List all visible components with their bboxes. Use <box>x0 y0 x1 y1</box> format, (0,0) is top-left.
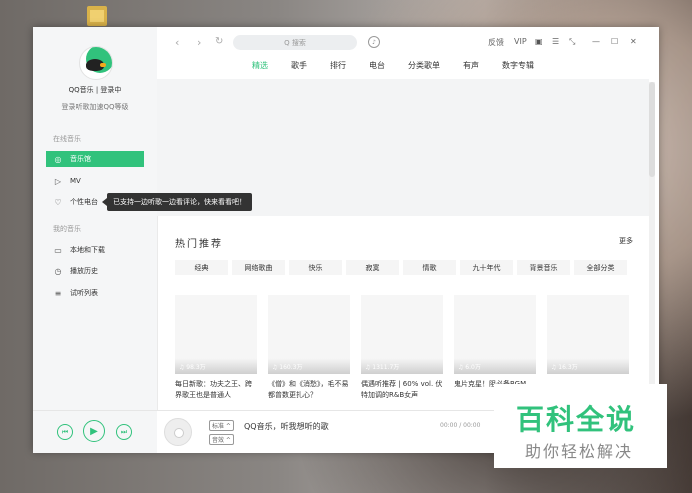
compass-icon: ◎ <box>54 154 62 164</box>
play-count: ♫ 16.3万 <box>551 364 578 371</box>
sidebar-item-label: 播放历史 <box>70 267 98 275</box>
album-disc[interactable] <box>164 418 192 446</box>
sidebar-item-history[interactable]: ◷ 播放历史 <box>46 263 144 279</box>
monitor-icon: ▭ <box>54 245 62 255</box>
category-chip[interactable]: 背景音乐 <box>517 260 570 275</box>
play-icon[interactable]: ▶ <box>83 420 105 442</box>
top-bar: ‹ › ↻ Q 搜索 ♪ 反馈 VIP ▣ ☰ ⤡ — ☐ ✕ 精选 歌手 排行… <box>157 27 659 79</box>
playlist-cover[interactable]: ♫ 16.3万 <box>547 295 629 374</box>
tab-singers[interactable]: 歌手 <box>291 60 307 71</box>
search-input[interactable]: Q 搜索 <box>233 35 357 50</box>
playlist-card[interactable]: ♫ 160.3万 《僧》和《消愁》，毛不易都曾数更扎心？ <box>268 295 350 401</box>
section-title: 热门推荐 <box>175 239 223 250</box>
play-count: ♫ 98.3万 <box>179 364 206 371</box>
playlist-cover[interactable]: ♫ 98.3万 <box>175 295 257 374</box>
skin-icon[interactable]: ▣ <box>535 37 543 46</box>
tab-radio[interactable]: 电台 <box>369 60 385 71</box>
sidebar-item-label: 本地和下载 <box>70 246 105 254</box>
scrollbar-thumb[interactable] <box>649 82 655 177</box>
sidebar-item-trial-list[interactable]: ≡ 试听列表 <box>46 285 144 301</box>
tab-audio[interactable]: 有声 <box>463 60 479 71</box>
login-status[interactable]: QQ音乐 | 登录中 <box>33 85 157 95</box>
mini-mode-icon[interactable]: ⤡ <box>569 37 575 47</box>
category-chip[interactable]: 网络歌曲 <box>232 260 285 275</box>
section-online-music: 在线音乐 <box>53 135 81 143</box>
sidebar: QQ音乐 | 登录中 登录听歌加速QQ等级 在线音乐 ◎ 音乐馆 ▷ MV ♡ … <box>33 27 158 410</box>
play-count: ♫ 1311.7万 <box>365 364 400 371</box>
category-chip[interactable]: 全部分类 <box>574 260 627 275</box>
playlist-cover[interactable]: ♫ 1311.7万 <box>361 295 443 374</box>
category-tabs: 精选 歌手 排行 电台 分类歌单 有声 数字专辑 <box>252 60 557 71</box>
list-icon: ≡ <box>54 288 62 298</box>
sidebar-item-mv[interactable]: ▷ MV <box>46 173 144 189</box>
scrollbar[interactable] <box>649 82 655 402</box>
video-icon: ▷ <box>54 176 62 186</box>
watermark: 百科全说 助你轻松解决 <box>494 384 667 468</box>
sidebar-item-label: MV <box>70 177 81 185</box>
watermark-title: 百科全说 <box>516 403 637 436</box>
sidebar-item-label: 试听列表 <box>70 289 98 297</box>
sidebar-item-music-hall[interactable]: ◎ 音乐馆 <box>46 151 144 167</box>
category-chip[interactable]: 情歌 <box>403 260 456 275</box>
playlist-cover[interactable]: ♫ 6.0万 <box>454 295 536 374</box>
section-my-music: 我的音乐 <box>53 225 81 233</box>
feedback-link[interactable]: 反馈 <box>488 37 504 48</box>
quality-badge[interactable]: 标准 ^ <box>209 420 234 431</box>
track-time: 00:00 / 00:00 <box>440 422 481 429</box>
sidebar-item-label: 音乐馆 <box>70 155 91 163</box>
main-content: 热门推荐 更多 经典 网络歌曲 快乐 寂寞 情歌 九十年代 背景音乐 全部分类 … <box>157 79 649 410</box>
category-chip[interactable]: 经典 <box>175 260 228 275</box>
playlist-card[interactable]: ♫ 98.3万 每日新歌：功夫之王、跨界歌王也是普通人 <box>175 295 257 401</box>
tab-playlists[interactable]: 分类歌单 <box>408 60 440 71</box>
category-chip[interactable]: 寂寞 <box>346 260 399 275</box>
maximize-icon[interactable]: ☐ <box>611 37 618 46</box>
tab-digital-albums[interactable]: 数字专辑 <box>502 60 534 71</box>
tab-featured[interactable]: 精选 <box>252 60 268 71</box>
close-icon[interactable]: ✕ <box>630 37 637 46</box>
vip-link[interactable]: VIP <box>514 37 527 46</box>
watermark-subtitle: 助你轻松解决 <box>525 442 634 461</box>
sound-effect-badge[interactable]: 音效 ^ <box>209 434 234 445</box>
comment-tooltip: 已支持一边听歌一边看评论，快来看看吧！ <box>102 193 252 211</box>
level-hint: 登录听歌加速QQ等级 <box>61 103 129 111</box>
listen-identify-icon[interactable]: ♪ <box>368 36 380 48</box>
playlist-title[interactable]: 《僧》和《消愁》，毛不易都曾数更扎心？ <box>268 379 350 401</box>
menu-icon[interactable]: ☰ <box>552 37 559 46</box>
category-chip[interactable]: 九十年代 <box>460 260 513 275</box>
category-chip[interactable]: 快乐 <box>289 260 342 275</box>
category-chips: 经典 网络歌曲 快乐 寂寞 情歌 九十年代 背景音乐 全部分类 <box>175 260 631 275</box>
clock-icon: ◷ <box>54 266 62 276</box>
next-icon[interactable]: ⏭ <box>116 424 132 440</box>
playlist-card[interactable]: ♫ 1311.7万 偶遇听推荐 | 60% vol. 伏特加调的R&B女声 <box>361 295 443 401</box>
forward-icon[interactable]: › <box>197 36 201 49</box>
refresh-icon[interactable]: ↻ <box>215 36 223 47</box>
previous-icon[interactable]: ⏮ <box>57 424 73 440</box>
more-link[interactable]: 更多 <box>619 236 633 246</box>
player-controls: ⏮ ▶ ⏭ <box>33 411 157 453</box>
tab-rankings[interactable]: 排行 <box>330 60 346 71</box>
playlist-title[interactable]: 偶遇听推荐 | 60% vol. 伏特加调的R&B女声 <box>361 379 443 401</box>
folder-icon[interactable] <box>87 6 107 26</box>
play-count: ♫ 160.3万 <box>272 364 303 371</box>
avatar[interactable] <box>79 46 113 80</box>
sidebar-item-local-download[interactable]: ▭ 本地和下载 <box>46 242 144 258</box>
sidebar-item-label: 个性电台 <box>70 198 98 206</box>
track-title: QQ音乐，听我想听的歌 <box>244 422 329 431</box>
playlist-title[interactable]: 每日新歌：功夫之王、跨界歌王也是普通人 <box>175 379 257 401</box>
heart-icon: ♡ <box>54 197 62 207</box>
back-icon[interactable]: ‹ <box>175 36 179 49</box>
minimize-icon[interactable]: — <box>592 37 600 46</box>
playlist-cover[interactable]: ♫ 160.3万 <box>268 295 350 374</box>
play-count: ♫ 6.0万 <box>458 364 481 371</box>
